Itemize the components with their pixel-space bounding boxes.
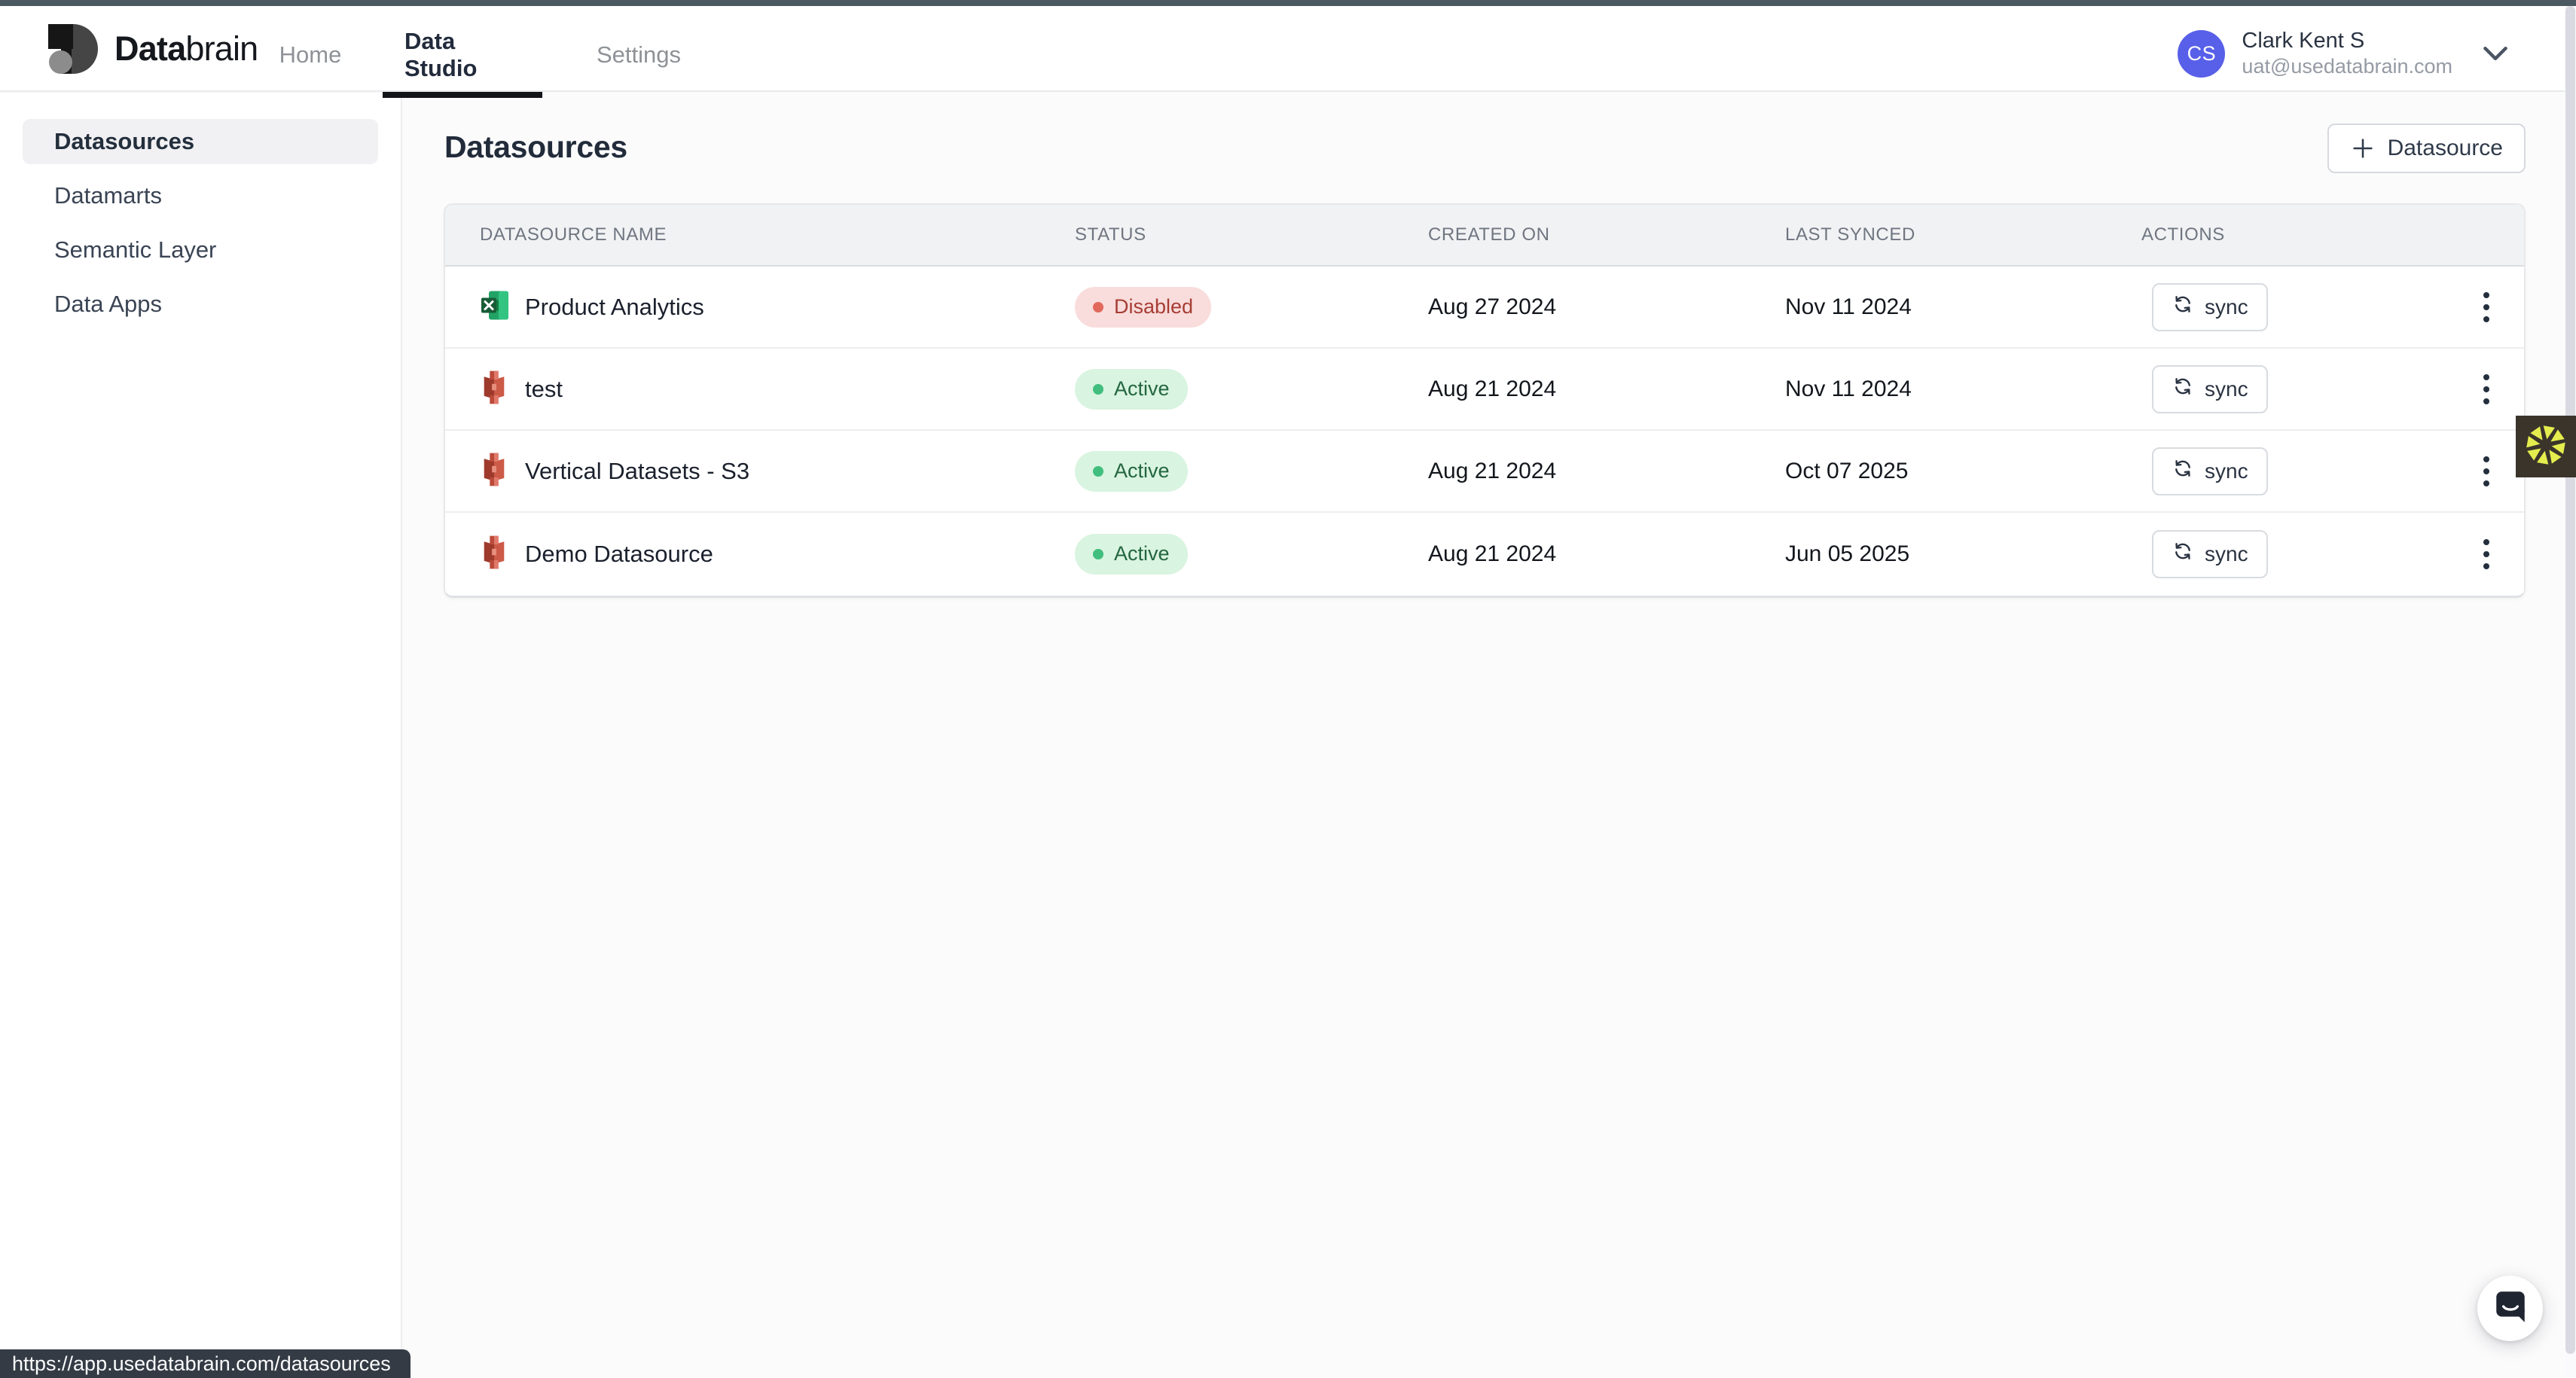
- table-row[interactable]: test Active Aug 21 2024 Nov 11 2024: [445, 349, 2524, 431]
- databrain-logo-text: Databrain: [114, 29, 258, 69]
- created-on-value: Aug 21 2024: [1428, 459, 1556, 484]
- column-header-actions: ACTIONS: [2141, 224, 2225, 245]
- databrain-logo-icon: [48, 24, 98, 74]
- status-dot: [1093, 302, 1103, 312]
- top-nav-bar: Databrain Home Data Studio Settings CS C…: [0, 6, 2576, 92]
- sync-button[interactable]: sync: [2152, 283, 2268, 331]
- status-dot: [1093, 549, 1103, 559]
- sync-button[interactable]: sync: [2152, 365, 2268, 413]
- row-menu-kebab-icon[interactable]: [2473, 532, 2500, 577]
- status-badge: Active: [1075, 369, 1188, 410]
- refresh-icon: [2172, 540, 2194, 568]
- scrollbar-thumb[interactable]: [2565, 6, 2575, 1354]
- row-menu-kebab-icon[interactable]: [2473, 367, 2500, 412]
- add-datasource-label: Datasource: [2388, 136, 2503, 161]
- refresh-icon: [2172, 293, 2194, 321]
- sidebar-item-datasources[interactable]: Datasources: [23, 119, 378, 164]
- refresh-icon: [2172, 375, 2194, 403]
- user-menu[interactable]: CS Clark Kent S uat@usedatabrain.com: [2178, 29, 2508, 78]
- active-tab-underline: [383, 92, 542, 98]
- last-synced-value: Jun 05 2025: [1785, 541, 1909, 567]
- user-name: Clark Kent S: [2242, 29, 2452, 53]
- datasources-table: DATASOURCE NAME STATUS CREATED ON LAST S…: [444, 203, 2526, 598]
- datasource-name: Product Analytics: [525, 294, 704, 321]
- table-row[interactable]: Vertical Datasets - S3 Active Aug 21 202…: [445, 431, 2524, 513]
- top-accent-bar: [0, 0, 2576, 6]
- databrain-logo[interactable]: Databrain: [48, 24, 258, 74]
- asterisk-icon: [2523, 422, 2569, 472]
- table-row[interactable]: Product Analytics Disabled Aug 27 2024 N…: [445, 267, 2524, 349]
- datasource-name: test: [525, 376, 563, 403]
- status-dot: [1093, 466, 1103, 477]
- refresh-icon: [2172, 457, 2194, 485]
- table-row[interactable]: Demo Datasource Active Aug 21 2024 Jun 0…: [445, 513, 2524, 595]
- sync-button[interactable]: sync: [2152, 530, 2268, 578]
- main-content: Datasources Datasource DATASOURCE NAME S…: [404, 93, 2576, 1378]
- user-email: uat@usedatabrain.com: [2242, 55, 2452, 78]
- status-badge: Active: [1075, 534, 1188, 575]
- column-header-last-synced: LAST SYNCED: [1785, 224, 1915, 245]
- last-synced-value: Nov 11 2024: [1785, 294, 1912, 320]
- tab-settings[interactable]: Settings: [586, 12, 691, 98]
- avatar: CS: [2178, 30, 2225, 78]
- last-synced-value: Nov 11 2024: [1785, 377, 1912, 402]
- column-header-name: DATASOURCE NAME: [480, 224, 667, 245]
- table-header: DATASOURCE NAME STATUS CREATED ON LAST S…: [445, 205, 2524, 267]
- row-menu-kebab-icon[interactable]: [2473, 285, 2500, 330]
- chat-bubble-icon: [2492, 1288, 2529, 1329]
- column-header-created-on: CREATED ON: [1428, 224, 1550, 245]
- extension-widget[interactable]: [2516, 416, 2576, 477]
- add-datasource-button[interactable]: Datasource: [2327, 123, 2526, 173]
- created-on-value: Aug 21 2024: [1428, 377, 1556, 402]
- column-header-status: STATUS: [1075, 224, 1146, 245]
- scrollbar-track[interactable]: [2565, 6, 2576, 1378]
- datasource-name: Demo Datasource: [525, 541, 713, 568]
- redshift-icon: [480, 452, 508, 490]
- link-preview-statusbar: https://app.usedatabrain.com/datasources: [0, 1349, 411, 1378]
- chevron-down-icon: [2483, 45, 2508, 62]
- status-badge: Active: [1075, 451, 1188, 492]
- tab-home[interactable]: Home: [280, 12, 340, 98]
- last-synced-value: Oct 07 2025: [1785, 459, 1908, 484]
- sidebar: Datasources Datamarts Semantic Layer Dat…: [0, 93, 402, 1378]
- redshift-icon: [480, 535, 508, 573]
- status-badge: Disabled: [1075, 287, 1211, 328]
- app-root: Databrain Home Data Studio Settings CS C…: [0, 0, 2576, 1378]
- page-title: Datasources: [444, 130, 627, 165]
- status-dot: [1093, 384, 1103, 395]
- sidebar-item-datamarts[interactable]: Datamarts: [23, 173, 378, 218]
- sync-button[interactable]: sync: [2152, 447, 2268, 495]
- tab-data-studio[interactable]: Data Studio: [404, 12, 517, 98]
- link-preview-url: https://app.usedatabrain.com/datasources: [12, 1352, 391, 1376]
- created-on-value: Aug 27 2024: [1428, 294, 1556, 320]
- sidebar-item-semantic-layer[interactable]: Semantic Layer: [23, 227, 378, 273]
- chat-launcher-button[interactable]: [2477, 1276, 2543, 1341]
- row-menu-kebab-icon[interactable]: [2473, 449, 2500, 494]
- sidebar-item-data-apps[interactable]: Data Apps: [23, 282, 378, 327]
- created-on-value: Aug 21 2024: [1428, 541, 1556, 567]
- datasource-name: Vertical Datasets - S3: [525, 458, 749, 485]
- redshift-icon: [480, 370, 508, 408]
- excel-icon: [480, 289, 510, 325]
- plus-icon: [2350, 136, 2376, 161]
